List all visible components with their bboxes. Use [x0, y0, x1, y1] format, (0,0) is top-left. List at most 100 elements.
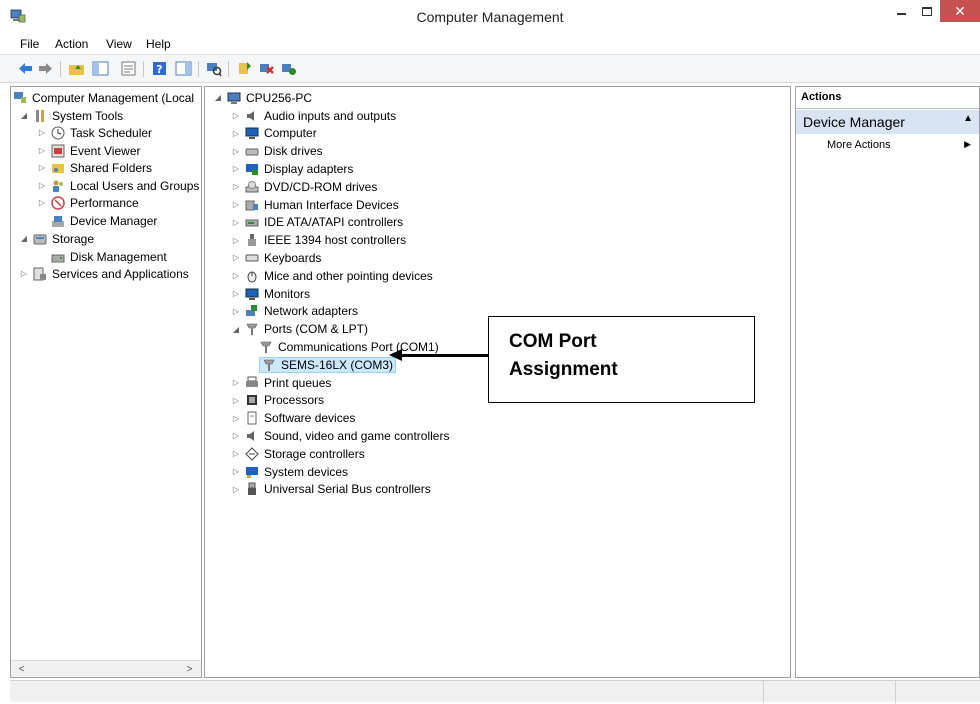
horizontal-scrollbar[interactable]: < >	[11, 660, 201, 677]
scroll-right-icon[interactable]: >	[181, 662, 198, 677]
tree-item-sound-video-and-game-controllers[interactable]: ▷ Sound, video and game controllers	[231, 427, 450, 444]
collapsed-twisty-icon[interactable]: ▷	[231, 467, 241, 476]
tree-item-keyboards[interactable]: ▷ Keyboards	[231, 249, 321, 266]
collapsed-twisty-icon[interactable]: ▷	[231, 485, 241, 494]
enable-device-icon[interactable]	[280, 60, 297, 77]
collapsed-twisty-icon[interactable]: ▷	[231, 449, 241, 458]
show-hide-action-icon[interactable]	[175, 60, 192, 77]
collapsed-twisty-icon[interactable]: ▷	[231, 378, 241, 387]
scroll-left-icon[interactable]: <	[13, 662, 30, 677]
update-driver-icon[interactable]	[236, 60, 253, 77]
expanded-twisty-icon[interactable]: ◢	[231, 325, 241, 334]
menu-file[interactable]: File	[20, 37, 39, 51]
tree-item-disk-management[interactable]: Disk Management	[51, 248, 167, 265]
collapsed-twisty-icon[interactable]: ▷	[231, 200, 241, 209]
maximize-button[interactable]	[914, 0, 940, 22]
collapsed-twisty-icon[interactable]: ▷	[231, 253, 241, 262]
tree-item-ide-ata-atapi-controllers[interactable]: ▷ IDE ATA/ATAPI controllers	[231, 214, 403, 231]
collapsed-twisty-icon[interactable]: ▷	[37, 128, 47, 137]
submenu-arrow-icon[interactable]: ▶	[964, 139, 971, 150]
collapsed-twisty-icon[interactable]: ▷	[231, 289, 241, 298]
collapse-up-icon[interactable]: ▲	[963, 113, 973, 124]
collapsed-twisty-icon[interactable]: ▷	[231, 111, 241, 120]
back-icon[interactable]	[17, 60, 34, 77]
selected-item-highlight[interactable]: SEMS-16LX (COM3)	[259, 356, 397, 373]
tree-item-audio-inputs-and-outputs[interactable]: ▷ Audio inputs and outputs	[231, 107, 396, 124]
tree-item-sems-16lx-com3[interactable]: SEMS-16LX (COM3)	[259, 356, 397, 373]
more-actions-link[interactable]: More Actions	[827, 139, 891, 151]
tree-item-event-viewer[interactable]: ▷ Event Viewer	[37, 142, 141, 159]
uninstall-icon[interactable]	[258, 60, 275, 77]
collapsed-twisty-icon[interactable]: ▷	[231, 236, 241, 245]
tree-item-storage-controllers[interactable]: ▷ Storage controllers	[231, 445, 365, 462]
expanded-twisty-icon[interactable]: ◢	[19, 111, 29, 120]
navigation-tree-pane[interactable]: Computer Management (Local ◢ System Tool…	[10, 86, 202, 678]
tree-item-ieee-1394-host-controllers[interactable]: ▷ IEEE 1394 host controllers	[231, 232, 406, 249]
tree-item-system-devices[interactable]: ▷ System devices	[231, 463, 348, 480]
show-hide-tree-icon[interactable]	[92, 60, 109, 77]
menu-action[interactable]: Action	[55, 37, 88, 51]
collapsed-twisty-icon[interactable]: ▷	[231, 164, 241, 173]
callout-box: COM Port Assignment	[488, 316, 755, 403]
collapsed-twisty-icon[interactable]: ▷	[37, 163, 47, 172]
collapsed-twisty-icon[interactable]: ▷	[231, 129, 241, 138]
scan-hardware-icon[interactable]	[205, 60, 222, 77]
port-icon	[246, 323, 258, 336]
close-button[interactable]: ✕	[940, 0, 980, 22]
tree-item-system-tools[interactable]: ◢ System Tools	[19, 107, 123, 124]
minimize-button[interactable]	[888, 0, 914, 22]
tree-item-storage[interactable]: ◢ Storage	[19, 230, 94, 247]
tree-item-dvd-cd-rom-drives[interactable]: ▷ DVD/CD-ROM drives	[231, 178, 377, 195]
tree-item-mice-and-other-pointing-devices[interactable]: ▷ Mice and other pointing devices	[231, 267, 433, 284]
tree-item-human-interface-devices[interactable]: ▷ Human Interface Devices	[231, 196, 399, 213]
properties-icon[interactable]	[120, 60, 137, 77]
collapsed-twisty-icon[interactable]: ▷	[231, 414, 241, 423]
help-icon[interactable]: ?	[151, 60, 168, 77]
collapsed-twisty-icon[interactable]: ▷	[231, 271, 241, 280]
tree-item-print-queues[interactable]: ▷ Print queues	[231, 374, 331, 391]
network-adapter-icon	[246, 305, 257, 317]
tree-item-shared-folders[interactable]: ▷ Shared Folders	[37, 159, 152, 176]
tree-item-computer[interactable]: ▷ Computer	[231, 125, 317, 142]
collapsed-twisty-icon[interactable]: ▷	[231, 431, 241, 440]
tree-label: Human Interface Devices	[264, 197, 399, 212]
tree-item-services-applications[interactable]: ▷ Services and Applications	[19, 265, 189, 282]
collapsed-twisty-icon[interactable]: ▷	[231, 307, 241, 316]
up-folder-icon[interactable]	[68, 60, 85, 77]
window-title: Computer Management	[416, 9, 564, 25]
tree-label: Network adapters	[264, 304, 359, 319]
tree-item-ports-com-lpt[interactable]: ◢ Ports (COM & LPT)	[231, 321, 368, 338]
tree-item-disk-drives[interactable]: ▷ Disk drives	[231, 143, 323, 160]
tree-item-software-devices[interactable]: ▷ Software devices	[231, 410, 355, 427]
services-icon	[33, 267, 46, 280]
collapsed-twisty-icon[interactable]: ▷	[231, 396, 241, 405]
tree-item-task-scheduler[interactable]: ▷ Task Scheduler	[37, 124, 152, 141]
menu-view[interactable]: View	[106, 37, 132, 51]
tree-item-computer-root[interactable]: ◢ CPU256-PC	[213, 89, 312, 106]
collapsed-twisty-icon[interactable]: ▷	[37, 181, 47, 190]
actions-group-device-manager[interactable]: Device Manager ▲	[796, 110, 979, 134]
tree-item-processors[interactable]: ▷ Processors	[231, 392, 324, 409]
tree-item-performance[interactable]: ▷ Performance	[37, 194, 139, 211]
tree-item-monitors[interactable]: ▷ Monitors	[231, 285, 310, 302]
tree-item-communications-port-com1[interactable]: Communications Port (COM1)	[259, 338, 439, 355]
tree-label: Storage controllers	[264, 446, 365, 461]
tree-item-device-manager[interactable]: Device Manager	[51, 212, 157, 229]
forward-icon[interactable]	[37, 60, 54, 77]
tree-item-local-users[interactable]: ▷ Local Users and Groups	[37, 177, 199, 194]
menu-help[interactable]: Help	[146, 37, 171, 51]
collapsed-twisty-icon[interactable]: ▷	[231, 147, 241, 156]
collapsed-twisty-icon[interactable]: ▷	[19, 269, 29, 278]
collapsed-twisty-icon[interactable]: ▷	[37, 146, 47, 155]
tree-item-universal-serial-bus-controllers[interactable]: ▷ Universal Serial Bus controllers	[231, 481, 431, 498]
collapsed-twisty-icon[interactable]: ▷	[231, 218, 241, 227]
software-device-icon	[247, 411, 257, 425]
tree-item-display-adapters[interactable]: ▷ Display adapters	[231, 160, 353, 177]
tree-item-network-adapters[interactable]: ▷ Network adapters	[231, 303, 358, 320]
collapsed-twisty-icon[interactable]: ▷	[37, 198, 47, 207]
tree-item-computer-management[interactable]: Computer Management (Local	[13, 89, 194, 106]
collapsed-twisty-icon[interactable]: ▷	[231, 182, 241, 191]
expanded-twisty-icon[interactable]: ◢	[19, 234, 29, 243]
expanded-twisty-icon[interactable]: ◢	[213, 93, 223, 102]
clock-icon	[51, 126, 65, 139]
